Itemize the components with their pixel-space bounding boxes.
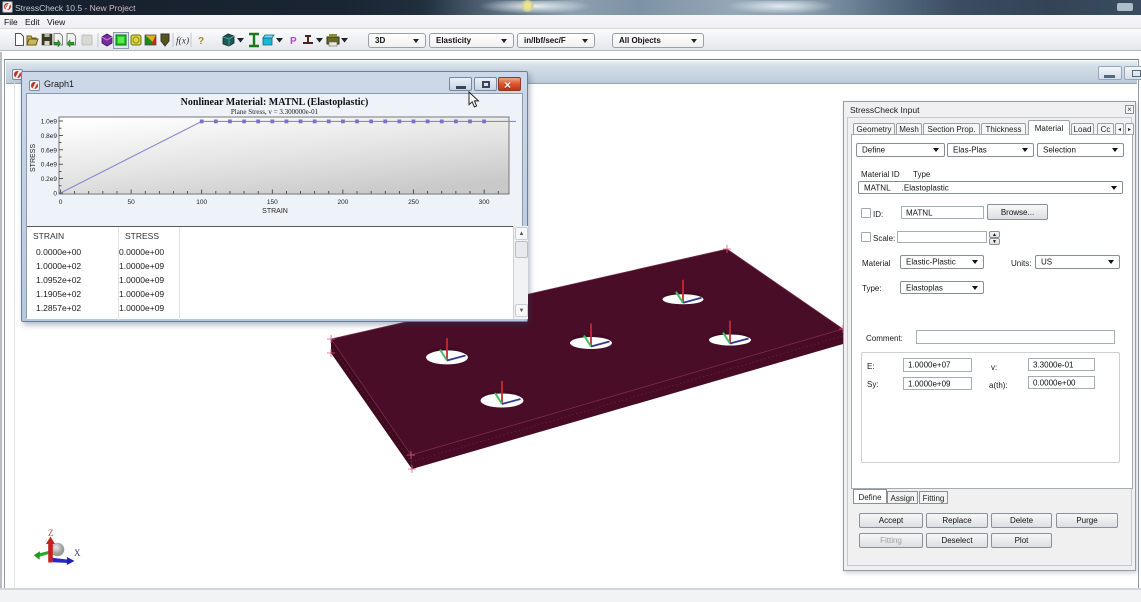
svg-text:150: 150 — [267, 199, 278, 206]
svg-text:250: 250 — [408, 199, 419, 206]
svg-text:0.8e9: 0.8e9 — [41, 133, 58, 140]
svg-text:Z: Z — [48, 528, 54, 538]
svg-text:300: 300 — [479, 199, 490, 206]
svg-text:50: 50 — [127, 199, 135, 206]
svg-text:0.2e9: 0.2e9 — [41, 176, 58, 183]
svg-text:1.0e9: 1.0e9 — [41, 119, 58, 126]
svg-text:0.6e9: 0.6e9 — [41, 147, 58, 154]
svg-text:0: 0 — [59, 199, 63, 206]
svg-text:X: X — [74, 548, 81, 558]
svg-text:100: 100 — [196, 199, 207, 206]
svg-text:0.4e9: 0.4e9 — [41, 162, 58, 169]
svg-text:STRESS: STRESS — [30, 144, 37, 172]
svg-text:200: 200 — [337, 199, 348, 206]
svg-text:0: 0 — [53, 191, 57, 198]
svg-text:STRAIN: STRAIN — [262, 208, 288, 215]
